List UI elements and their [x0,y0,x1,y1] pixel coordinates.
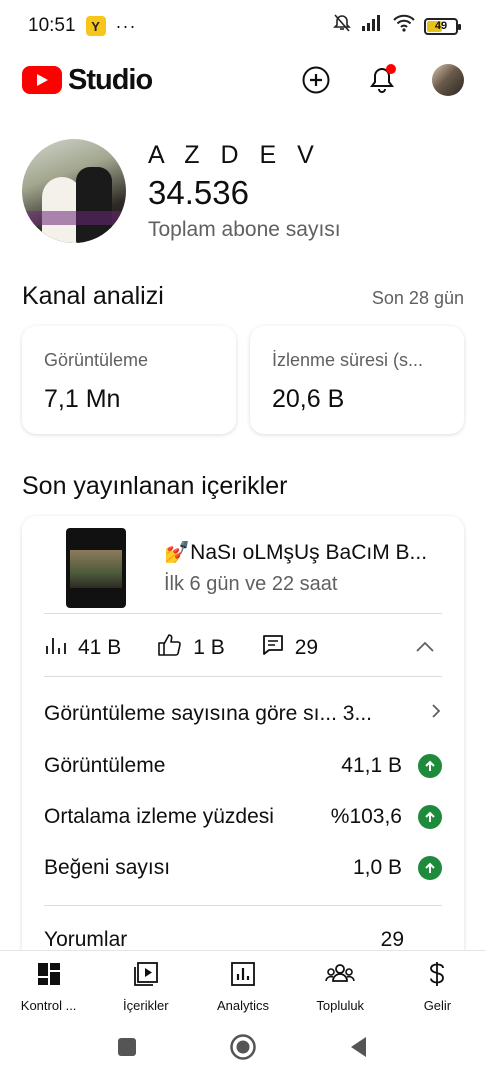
back-icon[interactable] [345,1033,373,1061]
metric-card-watch-time[interactable]: İzlenme süresi (s... 20,6 B [250,326,464,434]
subscriber-count: 34.536 [148,173,249,211]
app-notification-icon: Y [85,16,106,36]
logo-text: Studio [68,63,153,96]
views-stat: 41 B [44,634,121,662]
divider [44,905,442,906]
video-thumbnail[interactable] [66,528,126,608]
channel-info: A Z D E V 34.536 Toplam abone sayısı [148,141,341,242]
notifications-icon[interactable] [366,64,398,96]
account-avatar[interactable] [432,64,464,96]
detail-row-avg-percentage: Ortalama izleme yüzdesi %103,6 [44,799,442,835]
earn-icon [426,961,448,992]
nav-label: Kontrol ... [20,998,77,1013]
metric-card-views[interactable]: Görüntüleme 7,1 Mn [22,326,236,434]
app-actions [300,64,464,96]
detail-label: Beğeni sayısı [44,856,171,879]
nav-label: Topluluk [316,998,365,1013]
chevron-up-icon[interactable] [414,636,436,660]
content-icon [133,961,159,992]
nav-analytics[interactable]: Analytics [194,951,291,1014]
comment-icon [261,633,285,663]
recent-title: Son yayınlanan içerikler [22,472,288,500]
wifi-icon [392,14,416,38]
home-icon[interactable] [229,1033,257,1061]
video-age: İlk 6 gün ve 22 saat [164,572,338,595]
app-bar: Studio [0,52,486,108]
battery-icon: 49 [424,17,461,35]
recent-content-card: 💅NaSı oLMşUş BaCıM B... İlk 6 gün ve 22 … [22,516,464,976]
metric-label: Görüntüleme [44,350,149,370]
analytics-title: Kanal analizi [22,282,164,310]
chevron-right-icon [430,702,442,726]
youtube-play-icon [22,66,62,94]
video-row[interactable]: 💅NaSı oLMşUş BaCıM B... İlk 6 gün ve 22 … [44,524,442,612]
channel-avatar[interactable] [22,139,126,243]
nav-label: Gelir [423,998,452,1013]
analytics-icon [230,961,256,992]
detail-label: Yorumlar [44,928,128,951]
status-left: 10:51 Y ··· [28,15,137,37]
notification-dot [386,64,396,74]
youtube-studio-logo[interactable]: Studio [22,63,153,97]
analytics-header: Kanal analizi Son 28 gün [22,282,464,311]
nav-label: Analytics [216,998,270,1013]
system-navigation [0,1014,486,1080]
detail-value: 1,0 B [352,856,402,879]
channel-name: A Z D E V [148,140,321,169]
analytics-period: Son 28 gün [371,288,464,308]
recent-apps-icon[interactable] [113,1033,141,1061]
more-notifications-icon: ··· [115,15,137,36]
status-bar: 10:51 Y ··· 49 [0,0,486,52]
divider [44,613,442,614]
comments-count: 29 [294,636,319,659]
mute-icon [332,13,352,39]
detail-value: 29 [380,928,404,951]
bottom-navigation: Kontrol ... İçerikler Analytics Topluluk… [0,950,486,1014]
likes-stat: 1 B [157,633,225,663]
channel-header: A Z D E V 34.536 Toplam abone sayısı [22,136,464,246]
status-right: 49 [332,13,461,39]
detail-label: Ortalama izleme yüzdesi [44,805,274,828]
video-title: 💅NaSı oLMşUş BaCıM B... [164,540,428,564]
metric-value: 7,1 Mn [44,385,121,413]
detail-label: Görüntüleme [44,754,166,777]
subscriber-label: Toplam abone sayısı [148,217,341,241]
battery-level: 49 [434,20,448,32]
likes-count: 1 B [193,636,225,659]
detail-label: Görüntüleme sayısına göre sı... 3... [44,702,372,725]
views-count: 41 B [78,636,122,659]
detail-row-rank[interactable]: Görüntüleme sayısına göre sı... 3... [44,696,442,732]
nav-community[interactable]: Topluluk [292,951,389,1014]
signal-icon [360,14,384,38]
nav-earn[interactable]: Gelir [389,951,486,1014]
video-stats-row[interactable]: 41 B 1 B 29 [44,628,442,668]
nav-label: İçerikler [123,998,169,1013]
metric-label: İzlenme süresi (s... [272,350,424,370]
detail-row-views: Görüntüleme 41,1 B [44,748,442,784]
comments-stat: 29 [261,633,318,663]
trend-up-icon [418,754,442,778]
nav-content[interactable]: İçerikler [97,951,194,1014]
create-icon[interactable] [300,64,332,96]
detail-value: %103,6 [330,805,402,828]
nav-dashboard[interactable]: Kontrol ... [0,951,97,1014]
status-time: 10:51 [28,15,76,36]
detail-row-likes: Beğeni sayısı 1,0 B [44,850,442,886]
divider [44,676,442,677]
dashboard-icon [36,961,62,992]
trend-up-icon [418,805,442,829]
trend-up-icon [418,856,442,880]
like-icon [157,633,183,663]
video-info: 💅NaSı oLMşUş BaCıM B... İlk 6 gün ve 22 … [164,541,442,596]
recent-header: Son yayınlanan içerikler [22,472,464,501]
community-icon [325,961,355,992]
detail-value: 41,1 B [341,754,402,777]
metric-value: 20,6 B [272,385,345,413]
views-icon [44,634,68,662]
